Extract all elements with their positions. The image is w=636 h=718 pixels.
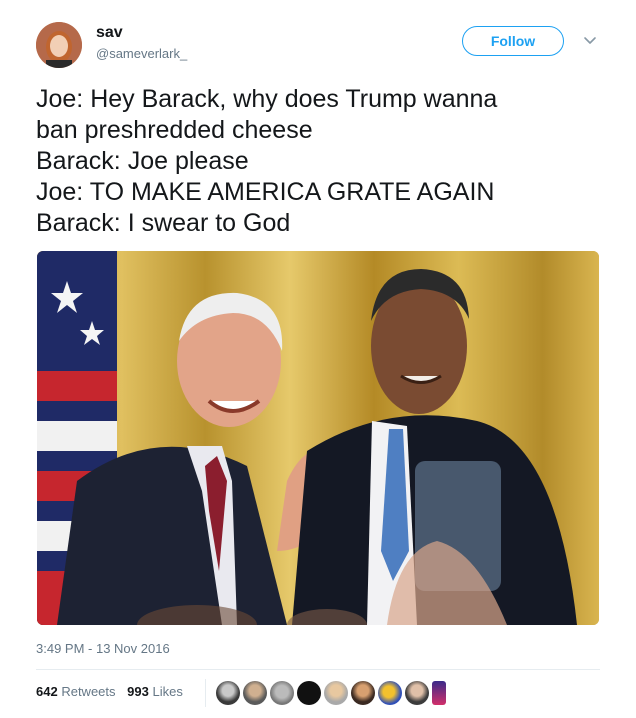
user-handle[interactable]: @sameverlark_: [96, 46, 187, 61]
retweets-stat[interactable]: 642 Retweets: [36, 684, 116, 699]
likes-count: 993: [127, 684, 149, 699]
retweets-label: Retweets: [61, 684, 116, 699]
liker-avatar[interactable]: [216, 681, 240, 705]
tweet-line: Barack: I swear to God: [36, 209, 291, 237]
divider: [36, 669, 600, 670]
liker-avatar[interactable]: [324, 681, 348, 705]
likes-label: Likes: [152, 684, 183, 699]
retweets-count: 642: [36, 684, 58, 699]
liker-avatar[interactable]: [432, 681, 446, 705]
tweet-line: Joe: Hey Barack, why does Trump wanna: [36, 85, 498, 113]
tweet-stats: 642 Retweets 993 Likes: [36, 684, 191, 699]
liker-avatar[interactable]: [378, 681, 402, 705]
chevron-down-icon[interactable]: [580, 28, 600, 52]
avatar[interactable]: [36, 22, 82, 68]
user-name[interactable]: sav: [96, 24, 123, 42]
stats-separator: [205, 679, 206, 707]
tweet-photo[interactable]: [37, 251, 599, 625]
liker-avatar[interactable]: [405, 681, 429, 705]
tweet-timestamp[interactable]: 3:49 PM - 13 Nov 2016: [36, 641, 170, 656]
tweet-line: Barack: Joe please: [36, 147, 249, 175]
liker-avatar[interactable]: [270, 681, 294, 705]
tweet-header: sav @sameverlark_ Follow: [36, 18, 600, 70]
liker-avatar[interactable]: [351, 681, 375, 705]
follow-button[interactable]: Follow: [462, 26, 564, 56]
tweet-line: ban preshredded cheese: [36, 116, 313, 144]
tweet-text: Joe: Hey Barack, why does Trump wanna ba…: [36, 84, 606, 239]
tweet-line: Joe: TO MAKE AMERICA GRATE AGAIN: [36, 178, 495, 206]
liker-avatar[interactable]: [243, 681, 267, 705]
liker-avatar[interactable]: [297, 681, 321, 705]
likes-stat[interactable]: 993 Likes: [127, 684, 183, 699]
likers-avatars: [216, 681, 446, 707]
